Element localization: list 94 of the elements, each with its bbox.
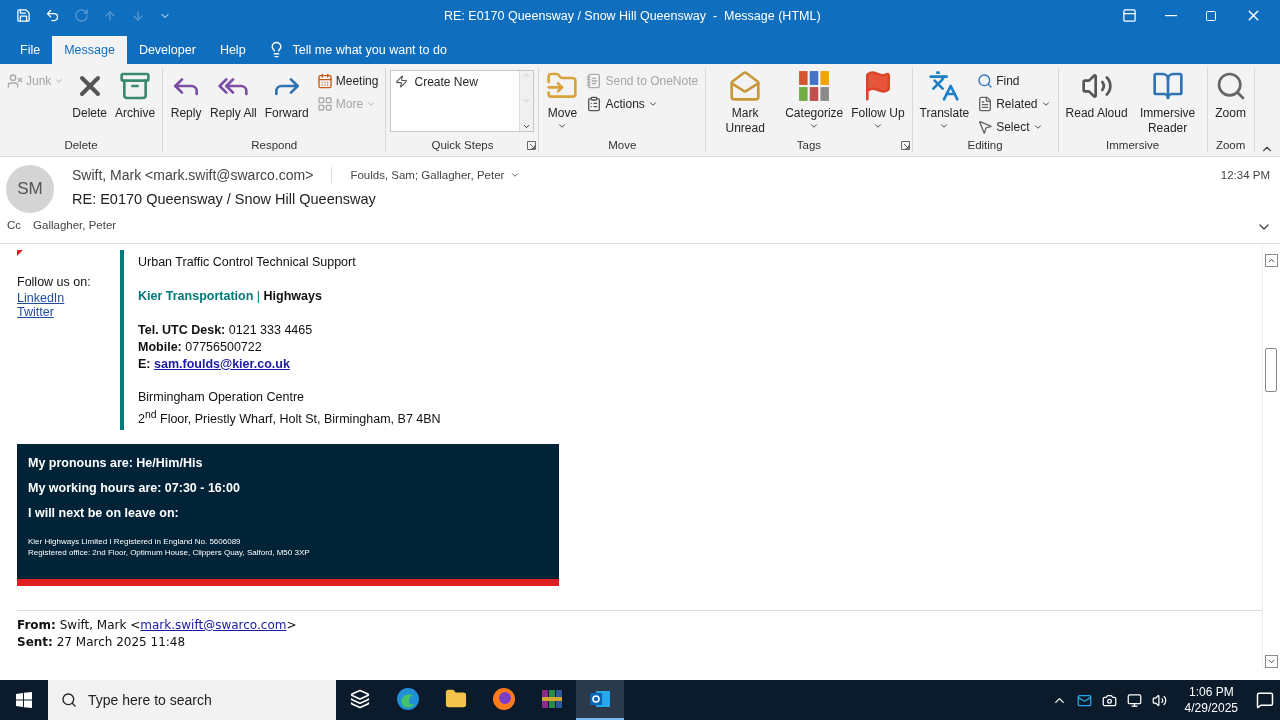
launcher-icon[interactable] (527, 140, 537, 150)
follow-label: Follow us on: (17, 273, 92, 291)
ribbon-button[interactable]: Forward (261, 67, 312, 123)
logo-corner-icon (17, 249, 23, 256)
ribbon-button[interactable]: Meeting (313, 69, 382, 92)
ribbon-button[interactable]: Delete (69, 67, 111, 123)
calendar-icon (316, 72, 333, 89)
notebook-icon (586, 72, 603, 89)
ribbon-button[interactable]: Zoom (1211, 67, 1250, 123)
contact-line: Mobile: 07756500722 (138, 338, 263, 356)
menu-tab[interactable]: File (8, 35, 53, 64)
email-link[interactable]: mark.swift@swarco.com (140, 617, 287, 632)
group-label: Immersive (1106, 138, 1160, 152)
ribbon-button[interactable]: Select (974, 115, 1054, 138)
social-link[interactable]: Twitter (17, 304, 120, 319)
color-grid-icon (798, 69, 831, 102)
tell-me-field[interactable]: Tell me what you want to do (292, 42, 447, 57)
menu-tab[interactable]: Developer (126, 35, 208, 64)
search-icon (977, 72, 994, 89)
lightning-icon (395, 74, 409, 88)
envelope-icon (729, 69, 762, 102)
fox-icon (492, 687, 516, 711)
volume-icon (1151, 692, 1167, 708)
group-label: Delete (64, 138, 98, 152)
cursor-icon (977, 118, 994, 135)
ribbon-button[interactable]: Move (543, 67, 582, 133)
minimize-icon (1165, 14, 1177, 17)
job-role: Urban Traffic Control Technical Support (138, 253, 357, 271)
office-address: 2$^{nd}$ Floor, Priestly Wharf, Holt St, Birmingham, B7 4BN (138, 407, 441, 428)
folder-icon (445, 688, 467, 710)
quick-step[interactable]: Create New (391, 70, 520, 131)
ribbon-button[interactable]: Categorize (782, 67, 847, 133)
ribbon-button[interactable]: Related (974, 92, 1054, 115)
group-label: Editing (967, 138, 1003, 152)
grid-icon (316, 95, 333, 112)
ribbon-button[interactable]: Archive (112, 67, 159, 123)
books-icon (540, 687, 564, 711)
office-name: Birmingham Operation Centre (138, 388, 306, 406)
person-x-icon (7, 72, 23, 89)
group-label: Respond (251, 138, 298, 152)
network-icon (1126, 692, 1142, 708)
banner-line: My working hours are: 07:30 - 16:00 (28, 480, 241, 495)
windows-logo-icon (16, 692, 32, 708)
ribbon-button[interactable]: Follow Up (848, 67, 908, 133)
menu-tab[interactable]: Message (52, 35, 127, 64)
sender: Swift, Mark <mark.swift@swarco.com> (72, 166, 333, 183)
mail-app-icon (1076, 692, 1092, 708)
ribbon-button[interactable]: Reply (167, 67, 206, 123)
browser-icon (396, 687, 420, 711)
avatar: SM (6, 164, 54, 213)
ribbon-button[interactable]: Mark Unread (710, 67, 781, 138)
scroll-thumb[interactable] (1265, 347, 1277, 392)
received-time: 12:34 PM (1220, 168, 1271, 181)
banner-line: I will next be on leave on: (28, 505, 180, 520)
legal-text: Registered office: 2nd Floor, Optimum House, Clippers Quay, Salford, M50 3XP (28, 547, 311, 557)
ribbon-button[interactable]: Actions (583, 92, 702, 115)
ribbon-button[interactable]: Read Aloud (1062, 67, 1131, 123)
translate-icon (928, 69, 961, 102)
group-label: Move (608, 138, 637, 152)
scrollbar[interactable] (1262, 243, 1280, 670)
contact-line: Tel. UTC Desk: 0121 333 4465 (138, 321, 314, 339)
cc-recipient: Gallagher, Peter (33, 218, 117, 231)
group-label: Quick Steps (431, 138, 494, 152)
launcher-icon[interactable] (900, 140, 910, 150)
ribbon-button[interactable]: Reply All (207, 67, 260, 123)
camera-icon (1101, 692, 1117, 708)
menu-tab[interactable]: Help (207, 35, 258, 64)
notification-icon (1256, 691, 1274, 709)
sent-line: Sent: 27 March 2025 11:48 (17, 633, 187, 651)
clipboard-icon (586, 95, 603, 112)
email-link[interactable]: sam.foulds@kier.co.uk (154, 356, 290, 371)
ribbon-button[interactable]: Immersive Reader (1132, 67, 1203, 138)
social-link[interactable]: LinkedIn (17, 290, 120, 305)
maximize-icon (1205, 9, 1217, 22)
ribbon-button[interactable]: Translate (916, 67, 973, 133)
banner-line: My pronouns are: He/Him/His (28, 455, 204, 470)
group-label: Tags (796, 138, 822, 152)
taskbar-search-field[interactable]: Type here to search (48, 680, 336, 720)
cc-label: Cc (7, 218, 22, 231)
ribbon-button[interactable]: Find (974, 69, 1054, 92)
legal-text: Kier Highways Limited I Registered in England No. 5606089 (28, 536, 242, 546)
document-icon (977, 95, 994, 112)
from-line: From: Swift, Mark <mark.swift@swarco.com> (17, 616, 298, 634)
window-title: RE: E0170 Queensway / Snow Hill Queensway - Message (HTML) (444, 8, 822, 23)
subject: RE: E0170 Queensway / Snow Hill Queensway (72, 190, 377, 207)
group-label: Zoom (1215, 138, 1246, 152)
recipients[interactable]: Foulds, Sam; Gallagher, Peter (350, 168, 521, 181)
task-view-icon (350, 689, 370, 709)
company-line: Kier Transportation | Highways (138, 287, 323, 305)
ribbon-display-icon (1122, 8, 1137, 24)
contact-line: E: sam.foulds@kier.co.uk (138, 355, 291, 373)
scroll-up-icon[interactable] (1265, 253, 1278, 267)
clock[interactable]: 1:06 PM 4/29/2025 (1176, 684, 1246, 716)
scroll-down-icon[interactable] (1265, 655, 1278, 668)
